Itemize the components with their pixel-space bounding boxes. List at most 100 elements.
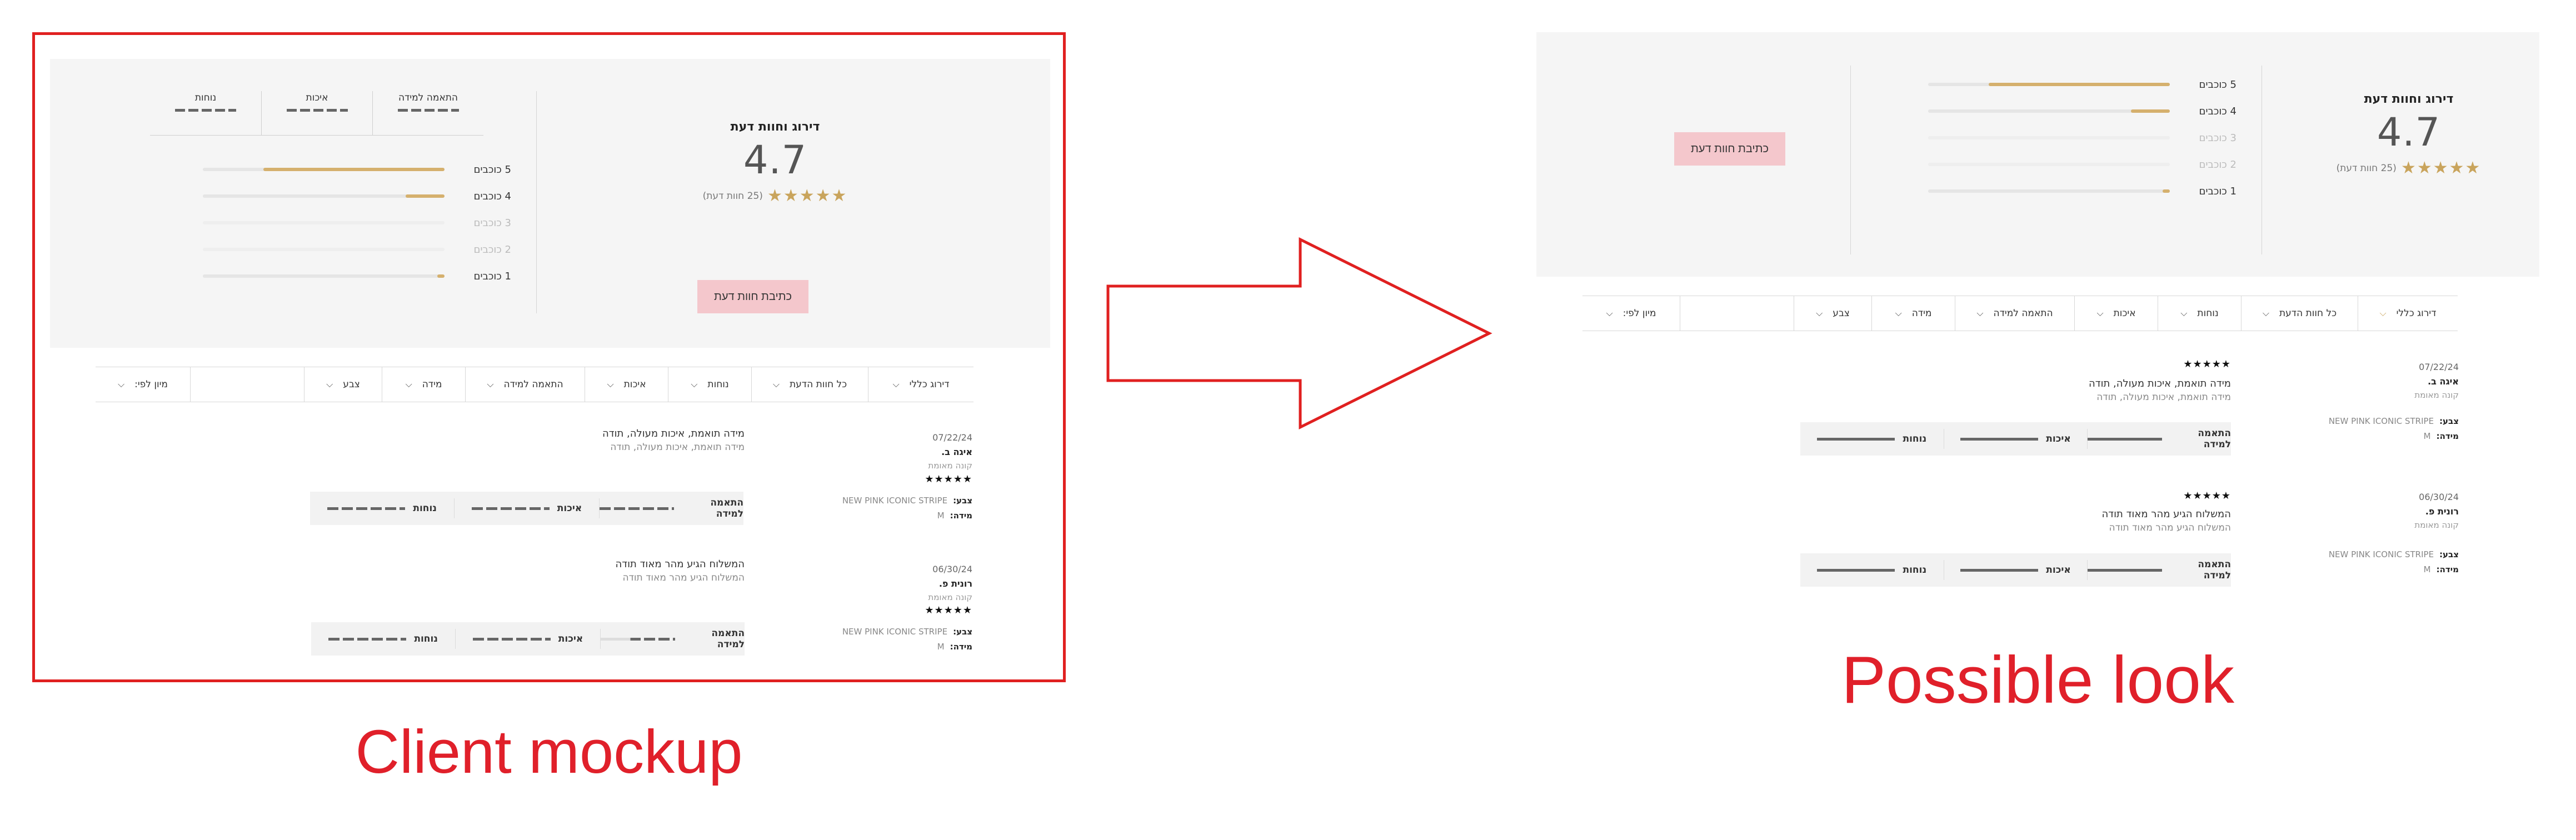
mockup-review-1-meta: 07/22/24 איגה ב. קונה מאומת [856,431,972,472]
filter-fit[interactable]: התאמה למידה ⌵ [465,367,585,402]
mockup-summary-divider [536,91,537,313]
rating-fit: התאמה למידה [600,628,745,650]
chevron-down-icon: ⌵ [2180,308,2188,318]
dist-row-2[interactable]: 2 כוכבים [167,236,511,263]
mockup-review-1-attrs: צבע:NEW PINK ICONIC STRIPE מידה:M [842,496,972,521]
rating-stars-row: ★★★★★ (25 חוות דעת) [2298,158,2520,178]
chevron-down-icon: ⌵ [2262,308,2269,318]
filter-comfort[interactable]: נוחות ⌵ [2158,296,2241,331]
dist-row-5[interactable]: 5 כוכבים [167,156,511,183]
chevron-down-icon: ⌵ [405,379,412,389]
chevron-down-icon: ⌵ [607,379,614,389]
dist-row-2[interactable]: 2 כוכבים [1892,151,2236,178]
filter-all-reviews[interactable]: כל חוות הדעת ⌵ [751,367,868,402]
rating-quality: איכות [454,498,598,518]
review-count: (25 חוות דעת) [702,190,763,202]
filter-overall[interactable]: דירוג כללי ⌵ [868,367,974,402]
mockup-summary-panel: התאמה למידה איכות נוחות 5 כוכבים 4 כוכבי… [50,59,1050,348]
metric-comfort: נוחות [150,91,261,135]
review-count: (25 חוות דעת) [2336,162,2397,174]
reviewer-name: רונית פ. [2425,506,2459,517]
dist-bar-1 [203,274,445,278]
rating-value: 4.7 [2377,109,2441,155]
mockup-review-1-stars: ★★★★★ [925,473,972,485]
dist-row-1[interactable]: 1 כוכבים [167,263,511,289]
caption-possible-look: Possible look [1841,643,2235,717]
filter-size[interactable]: מידה ⌵ [1871,296,1955,331]
dist-bar-4 [203,194,445,198]
mockup-review-1-body: מידה תואמת, איכות מעולה, תודה מידה תואמת… [602,428,745,453]
chevron-down-icon: ⌵ [691,379,698,389]
chevron-down-icon: ⌵ [2379,308,2387,318]
metric-comfort-dashes [175,109,236,112]
metric-fit: התאמה למידה [372,91,483,135]
rating-title: דירוג וחוות דעת [730,120,820,134]
mockup-metrics-header: התאמה למידה איכות נוחות [150,91,483,136]
look-review-1-body: מידה תואמת, איכות מעולה, תודה מידה תואמת… [2088,378,2231,403]
reviewer-name: איגה ב. [2428,376,2459,387]
look-review-2-body: המשלוח הגיע מהר מאוד תודה המשלוח הגיע מה… [2101,508,2231,533]
filter-spacer [1680,296,1794,331]
filter-color[interactable]: צבע ⌵ [304,367,382,402]
rating-value: 4.7 [743,137,807,183]
filter-fit[interactable]: התאמה למידה ⌵ [1955,296,2074,331]
verified-label: קונה מאומת [2414,390,2459,401]
rating-comfort: נוחות [1800,560,1944,580]
chevron-down-icon: ⌵ [1895,308,1902,318]
chevron-down-icon: ⌵ [487,379,494,389]
filter-comfort[interactable]: נוחות ⌵ [668,367,751,402]
write-review-button[interactable]: כתיבת חוות דעת [1674,132,1785,166]
rating-quality: איכות [1943,560,2088,580]
filter-size[interactable]: מידה ⌵ [382,367,465,402]
filter-overall[interactable]: דירוג כללי ⌵ [2358,296,2458,331]
write-review-button[interactable]: כתיבת חוות דעת [697,280,808,313]
filter-all-reviews[interactable]: כל חוות הדעת ⌵ [2241,296,2358,331]
mockup-filter-bar: דירוג כללי ⌵ כל חוות הדעת ⌵ נוחות ⌵ איכות ⌵ … [96,367,974,402]
filter-quality[interactable]: איכות ⌵ [2074,296,2158,331]
look-review-1-stars: ★★★★★ [2183,358,2231,370]
dist-row-3[interactable]: 3 כוכבים [167,209,511,236]
dist-bar-3 [203,221,445,224]
rating-stars: ★★★★★ [2400,158,2482,178]
rating-fit: התאמה למידה [598,497,743,519]
look-review-2-stars: ★★★★★ [2183,490,2231,502]
look-summary-panel: דירוג וחוות דעת 4.7 ★★★★★ (25 חוות דעת) … [1536,32,2539,277]
rating-stars-row: ★★★★★ (25 חוות דעת) [656,186,895,206]
chevron-down-icon: ⌵ [772,379,780,389]
look-review-1-attrs: צבע:NEW PINK ICONIC STRIPE מידה:M [2328,416,2459,441]
filter-sort[interactable]: מיון לפי: ⌵ [96,367,190,402]
dist-row-4[interactable]: 4 כוכבים [1892,98,2236,124]
chevron-down-icon: ⌵ [2096,308,2104,318]
filter-spacer [190,367,304,402]
rating-quality: איכות [1943,429,2088,449]
filter-color[interactable]: צבע ⌵ [1794,296,1871,331]
dist-row-4[interactable]: 4 כוכבים [167,183,511,209]
mockup-distribution: 5 כוכבים 4 כוכבים 3 כוכבים 2 כוכבים 1 כו… [167,156,511,289]
filter-quality[interactable]: איכות ⌵ [585,367,668,402]
rating-comfort: נוחות [310,498,454,518]
reviewer-name: איגה ב. [941,446,972,457]
look-filter-bar: דירוג כללי ⌵ כל חוות הדעת ⌵ נוחות ⌵ איכות ⌵ … [1582,296,2458,331]
look-review-1-meta: 07/22/24 איגה ב. קונה מאומת [2342,360,2459,402]
metric-fit-dashes [397,109,459,112]
reviewer-name: רונית פ. [938,578,972,589]
rating-fit: התאמה למידה [2087,559,2231,581]
filter-sort[interactable]: מיון לפי: ⌵ [1582,296,1680,331]
metric-quality: איכות [261,91,372,135]
dist-row-5[interactable]: 5 כוכבים [1892,71,2236,98]
look-review-2-attrs: צבע:NEW PINK ICONIC STRIPE מידה:M [2328,549,2459,574]
arrow-right-icon [1106,237,1492,430]
rating-comfort: נוחות [311,629,455,649]
look-rating-block: דירוג וחוות דעת 4.7 ★★★★★ (25 חוות דעת) [2298,92,2520,178]
dist-bar-5 [203,168,445,171]
chevron-down-icon: ⌵ [1606,308,1613,318]
dist-row-1[interactable]: 1 כוכבים [1892,178,2236,204]
chevron-down-icon: ⌵ [1976,308,1984,318]
caption-client-mockup: Client mockup [355,718,743,786]
look-review-1-ratings: התאמה למידה איכות נוחות [1800,422,2231,456]
look-divider-left [1850,66,1851,254]
mockup-rating-block: דירוג וחוות דעת 4.7 ★★★★★ (25 חוות דעת) [656,120,895,206]
dist-row-3[interactable]: 3 כוכבים [1892,124,2236,151]
mockup-review-1-ratings: התאמה למידה איכות נוחות [310,492,743,525]
rating-comfort: נוחות [1800,429,1944,449]
